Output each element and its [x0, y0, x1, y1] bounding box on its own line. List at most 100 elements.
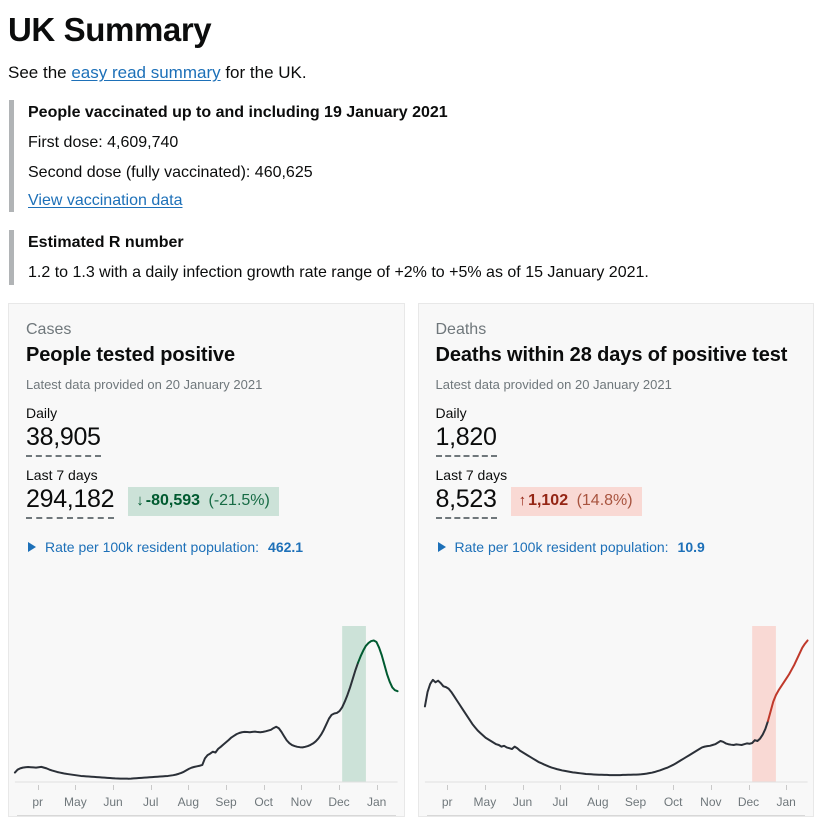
cases-weekly-row: 294,182 ↓ -80,593 (-21.5%): [26, 484, 387, 519]
axis-tick-label: Jan: [776, 795, 796, 810]
cases-rate-toggle[interactable]: Rate per 100k resident population: 462.1: [28, 539, 387, 555]
chevron-right-icon: [28, 541, 36, 552]
deaths-weekly-row: 8,523 ↑ 1,102 (14.8%): [435, 484, 797, 519]
r-number-text: 1.2 to 1.3 with a daily infection growth…: [28, 263, 649, 281]
cases-chart-svg: [9, 626, 404, 783]
cases-card-title: People tested positive: [26, 343, 235, 366]
deaths-chart-axis: pr May Jun Jul Aug Sep Oct Nov Dec Jan: [426, 785, 805, 817]
intro-prefix: See the: [8, 63, 72, 83]
view-vaccination-data-link[interactable]: View vaccination data: [28, 192, 182, 210]
axis-tick: [560, 785, 562, 791]
axis-tick-label: Oct: [663, 795, 683, 810]
axis-tick-label: Aug: [587, 795, 609, 810]
deaths-card-kicker: Deaths: [435, 321, 487, 339]
cases-change-value: -80,593: [145, 492, 201, 510]
axis-tick: [673, 785, 675, 791]
axis-tick-label: Jun: [103, 795, 123, 810]
cases-daily-metric: Daily 38,905: [26, 405, 387, 457]
axis-tick: [301, 785, 303, 791]
intro-suffix: for the UK.: [220, 63, 307, 83]
cases-daily-label: Daily: [26, 404, 58, 421]
axis-tick-label: pr: [441, 795, 453, 810]
axis-tick-label: Nov: [290, 795, 313, 810]
deaths-weekly-metric: Last 7 days 8,523 ↑ 1,102 (14.8%): [435, 466, 797, 519]
chart-highlight-band: [342, 626, 366, 783]
axis-tick-label: pr: [32, 795, 44, 810]
axis-tick-label: Sep: [624, 795, 647, 810]
deaths-rate-label: Rate per 100k resident population:: [454, 538, 669, 555]
axis-tick: [226, 785, 228, 791]
deaths-rate-value: 10.9: [677, 538, 705, 555]
vaccination-second-dose: Second dose (fully vaccinated): 460,625: [28, 163, 313, 181]
axis-tick-label: Jun: [512, 795, 533, 810]
cases-weekly-metric: Last 7 days 294,182 ↓ -80,593 (-21.5%): [26, 467, 387, 519]
intro-text: See the easy read summary for the UK.: [8, 62, 814, 84]
arrow-down-icon: ↓: [136, 492, 144, 510]
axis-tick: [113, 785, 115, 791]
axis-tick-label: Aug: [177, 795, 200, 810]
cases-rate-label: Rate per 100k resident population:: [45, 538, 260, 555]
axis-tick: [37, 785, 39, 791]
axis-tick-label: Jan: [366, 795, 387, 810]
chart-line-segment: [424, 680, 767, 775]
axis-tick: [447, 785, 449, 791]
deaths-rate-toggle[interactable]: Rate per 100k resident population: 10.9: [437, 538, 797, 555]
chart-line-segment: [15, 663, 358, 779]
axis-tick: [339, 785, 340, 791]
cases-change-pct: (-21.5%): [208, 492, 270, 510]
uk-summary-page: UK Summary See the easy read summary for…: [0, 0, 814, 818]
axis-tick: [748, 785, 750, 791]
r-number-title: Estimated R number: [28, 234, 184, 252]
axis-tick: [786, 785, 788, 791]
axis-tick-label: Dec: [737, 795, 760, 810]
cases-chart: pr May Jun Jul Aug Sep Oct Nov Dec Jan: [9, 620, 404, 817]
cases-card-subtitle: Latest data provided on 20 January 2021: [26, 376, 263, 392]
deaths-weekly-value: 8,523: [435, 484, 497, 519]
deaths-weekly-label: Last 7 days: [435, 466, 508, 483]
page-title: UK Summary: [8, 11, 212, 48]
axis-tick-label: May: [64, 795, 87, 810]
axis-tick: [263, 785, 265, 791]
cases-weekly-label: Last 7 days: [26, 466, 98, 483]
summary-cards: Cases People tested positive Latest data…: [8, 303, 814, 818]
axis-tick: [188, 785, 190, 791]
deaths-daily-label: Daily: [435, 404, 467, 421]
axis-tick: [150, 785, 152, 791]
cases-daily-value: 38,905: [26, 422, 101, 457]
vaccination-inset: People vaccinated up to and including 19…: [9, 100, 814, 213]
axis-tick-label: Jul: [552, 795, 568, 810]
chevron-right-icon: [437, 541, 446, 552]
deaths-card-subtitle: Latest data provided on 20 January 2021: [435, 376, 672, 392]
axis-tick-label: Oct: [254, 795, 274, 810]
cases-card: Cases People tested positive Latest data…: [8, 303, 405, 818]
axis-tick-label: Nov: [700, 795, 722, 810]
deaths-card-title: Deaths within 28 days of positive test: [435, 343, 788, 366]
axis-tick: [597, 785, 599, 791]
deaths-daily-value: 1,820: [435, 422, 497, 457]
axis-tick: [484, 785, 486, 791]
arrow-up-icon: ↑: [518, 492, 527, 510]
axis-tick-label: May: [473, 795, 497, 810]
deaths-change-pct: (14.8%): [576, 492, 633, 510]
easy-read-summary-link[interactable]: easy read summary: [71, 63, 220, 82]
cases-change-badge: ↓ -80,593 (-21.5%): [128, 487, 279, 516]
vaccination-first-dose: First dose: 4,609,740: [28, 133, 179, 151]
axis-tick: [635, 785, 637, 791]
deaths-card: Deaths Deaths within 28 days of positive…: [417, 303, 814, 818]
r-number-inset: Estimated R number 1.2 to 1.3 with a dai…: [9, 230, 814, 286]
axis-tick-label: Jul: [143, 795, 159, 810]
axis-tick-label: Sep: [215, 795, 237, 810]
cases-weekly-value: 294,182: [26, 484, 115, 519]
vaccination-title: People vaccinated up to and including 19…: [28, 104, 448, 122]
axis-tick: [75, 785, 77, 791]
deaths-change-value: 1,102: [528, 492, 569, 510]
deaths-chart: pr May Jun Jul Aug Sep Oct Nov Dec Jan: [419, 620, 814, 817]
axis-tick: [522, 785, 524, 791]
deaths-chart-svg: [419, 626, 814, 783]
cases-rate-value: 462.1: [268, 538, 304, 555]
axis-tick: [376, 785, 378, 791]
axis-tick: [710, 785, 712, 791]
deaths-daily-metric: Daily 1,820: [435, 404, 797, 457]
cases-card-kicker: Cases: [26, 321, 72, 339]
cases-chart-axis: pr May Jun Jul Aug Sep Oct Nov Dec Jan: [17, 785, 396, 817]
